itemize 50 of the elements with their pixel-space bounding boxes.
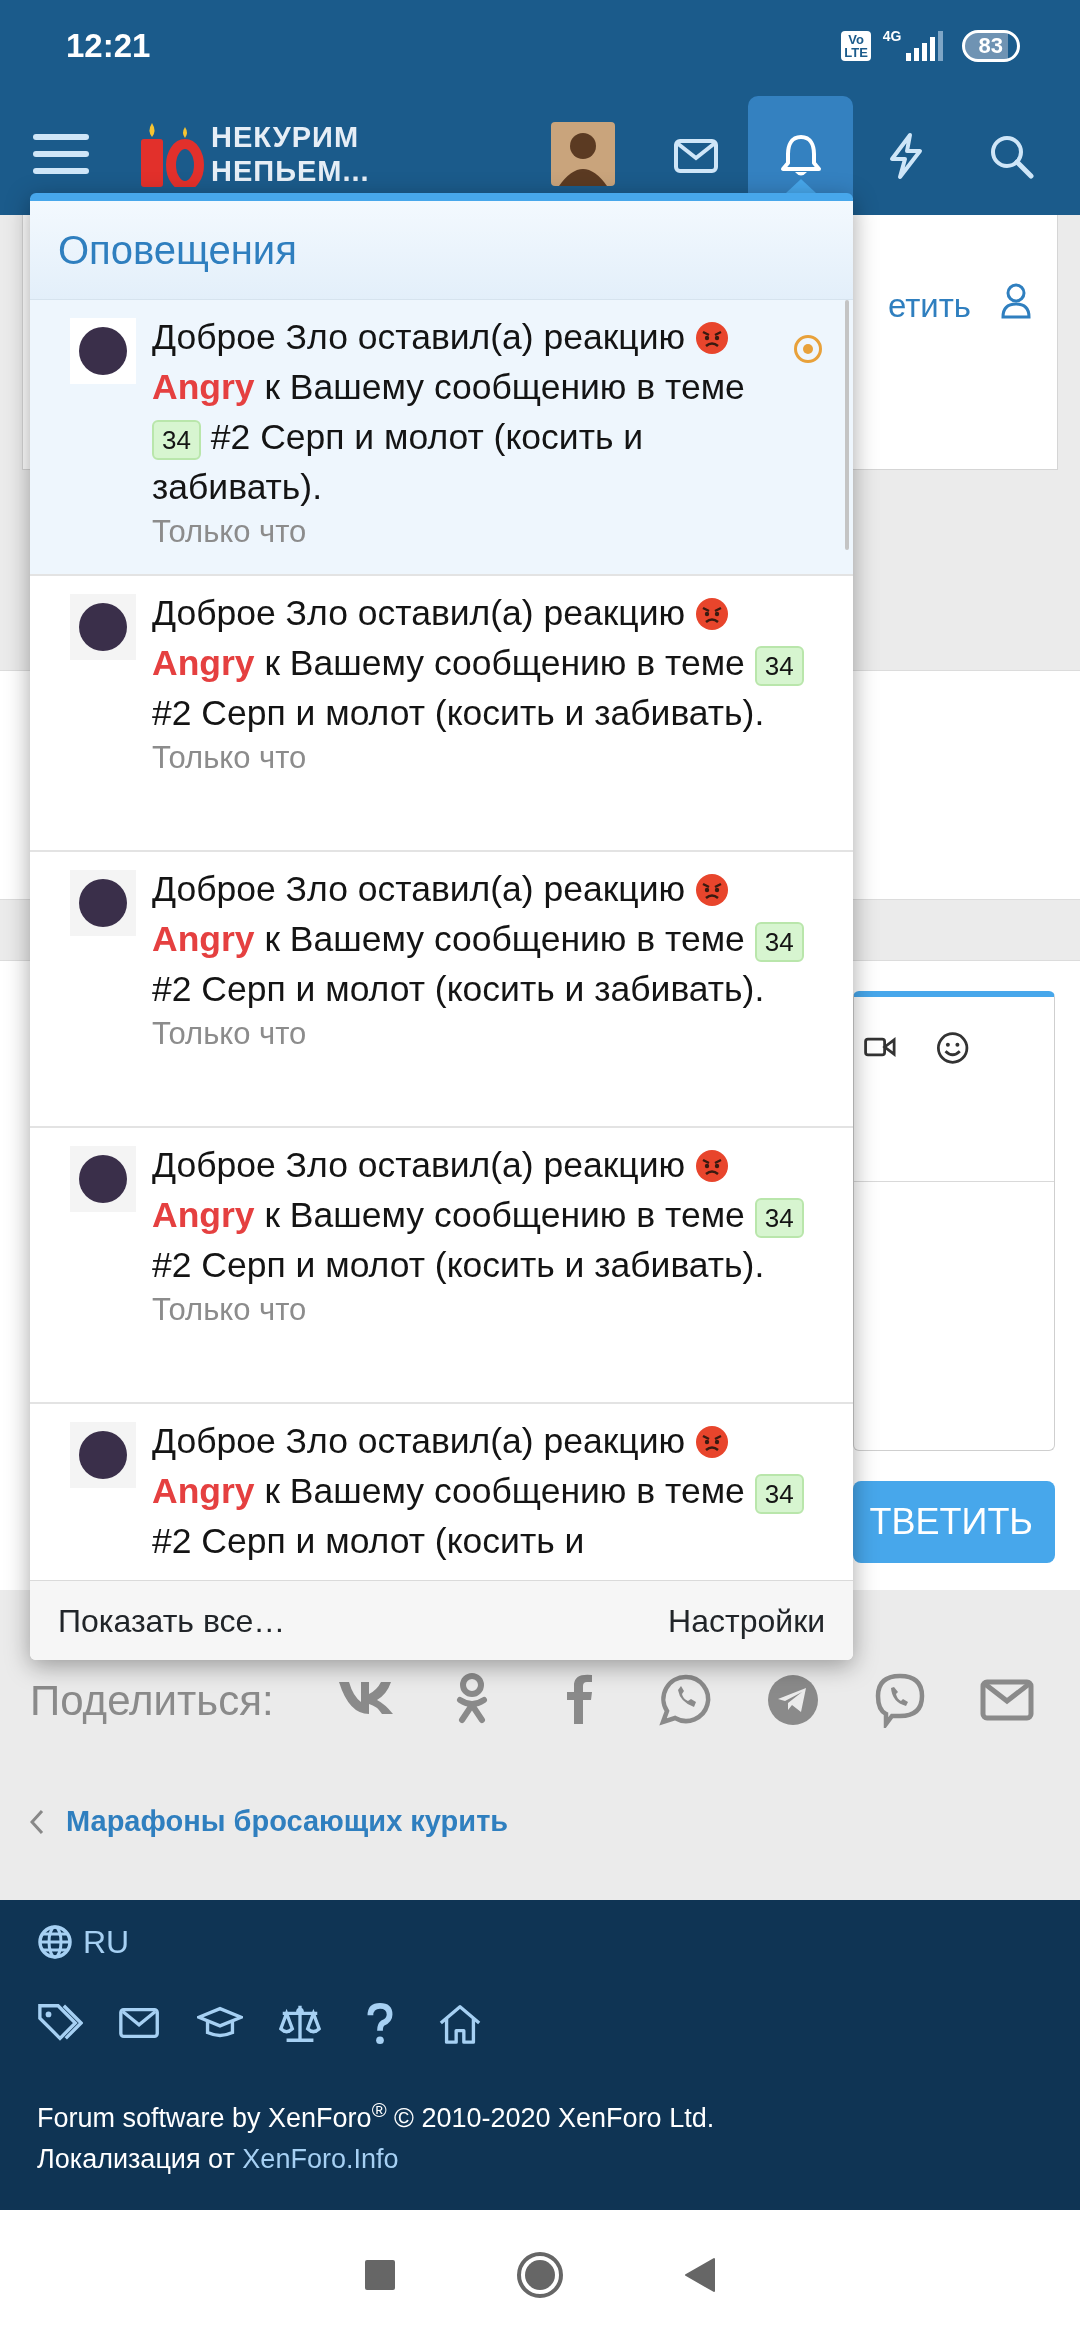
notification-item[interactable]: Доброе Зло оставил(а) реакцию Angry к Вашему сообщению в теме 34 #2 Серп и молот (косить и забивать). Только что bbox=[30, 300, 853, 576]
user-link[interactable]: Доброе Зло bbox=[152, 593, 348, 633]
show-all-link[interactable]: Показать все… bbox=[58, 1596, 286, 1645]
notification-item[interactable]: Доброе Зло оставил(а) реакцию Angry к Вашему сообщению в теме 34 #2 Серп и молот (косить и bbox=[30, 1404, 853, 1580]
notification-text: Доброе Зло оставил(а) реакцию Angry к Вашему сообщению в теме 34 #2 Серп и молот (косить и забивать). bbox=[152, 1140, 823, 1290]
prefix-label: 34 bbox=[152, 420, 201, 460]
language-link[interactable]: RU bbox=[83, 1918, 130, 1966]
popup-title: Оповещения bbox=[58, 227, 297, 274]
settings-link[interactable]: Настройки bbox=[668, 1596, 825, 1645]
xenforo-info-link[interactable]: XenForo.Info bbox=[242, 2144, 399, 2174]
post-link[interactable]: Вашему сообщению bbox=[289, 367, 627, 407]
user-link[interactable]: Доброе Зло bbox=[152, 317, 348, 357]
reply-link[interactable]: етить bbox=[887, 281, 971, 331]
notification-text: Доброе Зло оставил(а) реакцию Angry к Вашему сообщению в теме 34 #2 Серп и молот (косить и забивать). bbox=[152, 316, 746, 509]
breadcrumb-link[interactable]: Марафоны бросающих курить bbox=[66, 1800, 509, 1844]
reaction-label: Angry bbox=[152, 367, 255, 407]
notification-item[interactable]: Доброе Зло оставил(а) реакцию Angry к Вашему сообщению в теме 34 #2 Серп и молот (косить и забивать). Только что bbox=[30, 1128, 853, 1404]
prefix-label: 34 bbox=[754, 646, 804, 686]
logo-text[interactable]: НЕПЬЕМ... bbox=[211, 153, 370, 188]
post-link[interactable]: Вашему сообщению bbox=[289, 643, 627, 683]
post-link[interactable]: Вашему сообщению bbox=[289, 919, 627, 959]
notification-text: Доброе Зло оставил(а) реакцию Angry к Вашему сообщению в теме 34 #2 Серп и молот (косить и забивать). bbox=[152, 588, 823, 738]
prefix-label: 34 bbox=[754, 1198, 804, 1238]
prefix-label: 34 bbox=[754, 1474, 804, 1514]
network-label: 4G bbox=[882, 27, 902, 46]
post-link[interactable]: Вашему сообщению bbox=[289, 1471, 627, 1511]
prefix-label: 34 bbox=[754, 922, 804, 962]
notification-time: Только что bbox=[152, 739, 308, 777]
reaction-label: Angry bbox=[152, 1471, 255, 1511]
copyright-text: Forum software by XenForo$^{®}$ © 2010-2020 XenForo Ltd. bbox=[37, 2098, 716, 2135]
share-label: Поделиться: bbox=[30, 1675, 274, 1726]
notification-item[interactable]: Доброе Зло оставил(а) реакцию Angry к Вашему сообщению в теме 34 #2 Серп и молот (косить и забивать). Только что bbox=[30, 852, 853, 1128]
notification-text: Доброе Зло оставил(а) реакцию Angry к Вашему сообщению в теме 34 #2 Серп и молот (косить и bbox=[152, 1416, 823, 1566]
logo-text[interactable]: НЕКУРИМ bbox=[211, 119, 370, 154]
clock-time: 12:21 bbox=[66, 26, 151, 67]
post-link[interactable]: Вашему сообщению bbox=[289, 1195, 627, 1235]
user-link[interactable]: Доброе Зло bbox=[152, 1145, 348, 1185]
user-link[interactable]: Доброе Зло bbox=[152, 1421, 348, 1461]
localization-text: Локализация от XenForo.Info bbox=[37, 2143, 400, 2176]
user-link[interactable]: Доброе Зло bbox=[152, 869, 348, 909]
notification-item[interactable]: Доброе Зло оставил(а) реакцию Angry к Вашему сообщению в теме 34 #2 Серп и молот (косить и забивать). Только что bbox=[30, 576, 853, 852]
notification-time: Только что bbox=[152, 1291, 308, 1329]
notification-time: Только что bbox=[152, 513, 308, 551]
reaction-label: Angry bbox=[152, 643, 255, 683]
notification-text: Доброе Зло оставил(а) реакцию Angry к Вашему сообщению в теме 34 #2 Серп и молот (косить и забивать). bbox=[152, 864, 823, 1014]
notification-time: Только что bbox=[152, 1015, 308, 1053]
reaction-label: Angry bbox=[152, 1195, 255, 1235]
battery-indicator: 83 bbox=[961, 30, 1020, 62]
volte-indicator: Vo LTE bbox=[841, 31, 871, 61]
reaction-label: Angry bbox=[152, 919, 255, 959]
